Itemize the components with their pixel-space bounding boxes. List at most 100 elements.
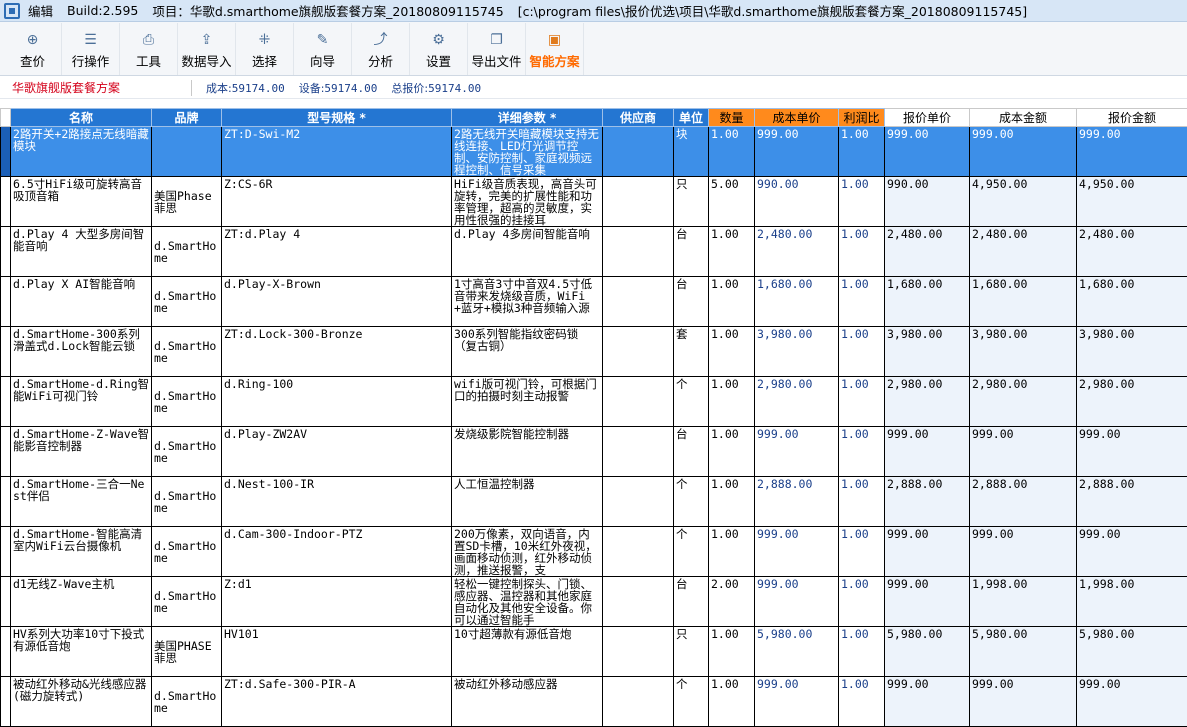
cell-unit[interactable]: 台 <box>673 426 709 477</box>
cell-name[interactable]: 被动红外移动&光线感应器(磁力旋转式) <box>10 676 152 727</box>
cell-detail[interactable]: 300系列智能指纹密码锁（复古铜） <box>451 326 603 377</box>
row-selector[interactable] <box>0 276 11 327</box>
cell-model[interactable]: ZT:D-Swi-M2 <box>221 126 452 177</box>
cell-supplier[interactable] <box>602 576 674 627</box>
smart-plan-button[interactable]: ▣ 智能方案 <box>526 23 584 75</box>
cell-detail[interactable]: 被动红外移动感应器 <box>451 676 603 727</box>
cell-quote-price[interactable]: 5,980.00 <box>884 626 970 677</box>
row-selector[interactable] <box>0 576 11 627</box>
cell-detail[interactable]: 2路无线开关暗藏模块支持无线连接、LED灯光调节控制、安防控制、家庭视频远程控制… <box>451 126 603 177</box>
row-selector[interactable] <box>0 376 11 427</box>
cell-cost-amount[interactable]: 2,980.00 <box>969 376 1077 427</box>
cell-name[interactable]: d.SmartHome-Z-Wave智能影音控制器 <box>10 426 152 477</box>
cell-quote-amount[interactable]: 2,980.00 <box>1076 376 1187 427</box>
cell-profit-ratio[interactable]: 1.00 <box>838 326 885 377</box>
table-row[interactable]: d.SmartHome-300系列滑盖式d.Lock智能云锁 d.SmartHom… <box>0 326 1187 377</box>
cell-quote-price[interactable]: 990.00 <box>884 176 970 227</box>
table-row[interactable]: d.Play X AI智能音响 d.SmartHome d.Play-X-Brown… <box>0 276 1187 327</box>
cell-qty[interactable]: 1.00 <box>708 376 755 427</box>
column-header-qty[interactable]: 数量 <box>708 108 755 127</box>
cell-model[interactable]: ZT:d.Safe-300-PIR-A <box>221 676 452 727</box>
cell-model[interactable]: ZT:d.Lock-300-Bronze <box>221 326 452 377</box>
wizard-button[interactable]: ✎ 向导 <box>294 23 352 75</box>
cell-unit[interactable]: 块 <box>673 126 709 177</box>
cell-cost-amount[interactable]: 5,980.00 <box>969 626 1077 677</box>
cell-model[interactable]: ZT:d.Play 4 <box>221 226 452 277</box>
cell-quote-amount[interactable]: 1,680.00 <box>1076 276 1187 327</box>
cell-model[interactable]: HV101 <box>221 626 452 677</box>
cell-quote-price[interactable]: 2,888.00 <box>884 476 970 527</box>
cell-model[interactable]: d.Play-ZW2AV <box>221 426 452 477</box>
cell-cost-amount[interactable]: 4,950.00 <box>969 176 1077 227</box>
cell-qty[interactable]: 1.00 <box>708 226 755 277</box>
column-header-quote-price[interactable]: 报价单价 <box>884 108 970 127</box>
cell-quote-amount[interactable]: 4,950.00 <box>1076 176 1187 227</box>
cell-detail[interactable]: 10寸超薄款有源低音炮 <box>451 626 603 677</box>
cell-cost-amount[interactable]: 2,888.00 <box>969 476 1077 527</box>
cell-quote-amount[interactable]: 999.00 <box>1076 676 1187 727</box>
cell-cost-price[interactable]: 2,480.00 <box>754 226 839 277</box>
cell-name[interactable]: 2路开关+2路接点无线暗藏模块 <box>10 126 152 177</box>
cell-name[interactable]: d.SmartHome-d.Ring智能WiFi可视门铃 <box>10 376 152 427</box>
cell-cost-amount[interactable]: 2,480.00 <box>969 226 1077 277</box>
row-ops-button[interactable]: ☰ 行操作 <box>62 23 120 75</box>
column-header-name[interactable]: 名称 <box>10 108 152 127</box>
column-header-model[interactable]: 型号规格 * <box>221 108 452 127</box>
column-header-supplier[interactable]: 供应商 <box>602 108 674 127</box>
data-import-button[interactable]: ⇪ 数据导入 <box>178 23 236 75</box>
cell-detail[interactable]: 1寸高音3寸中音双4.5寸低音带来发烧级音质，WiFi+蓝牙+模拟3种音频输入源 <box>451 276 603 327</box>
cell-supplier[interactable] <box>602 426 674 477</box>
cell-brand[interactable]: d.SmartHome <box>151 276 222 327</box>
table-row[interactable]: d.SmartHome-三合一Nest伴侣 d.SmartHome d.Nest-1… <box>0 476 1187 527</box>
cell-supplier[interactable] <box>602 526 674 577</box>
table-row[interactable]: HV系列大功率10寸下投式有源低音炮 美国PHASE菲思 HV101 10寸超薄款有源… <box>0 626 1187 677</box>
cell-detail[interactable]: HiFi级音质表现，高音头可旋转，完美的扩展性能和功率管理，超高的灵敏度，实用性… <box>451 176 603 227</box>
cell-profit-ratio[interactable]: 1.00 <box>838 126 885 177</box>
cell-cost-amount[interactable]: 999.00 <box>969 676 1077 727</box>
cell-profit-ratio[interactable]: 1.00 <box>838 476 885 527</box>
cell-brand[interactable]: d.SmartHome <box>151 476 222 527</box>
cell-name[interactable]: 6.5寸HiFi级可旋转高音吸顶音箱 <box>10 176 152 227</box>
cell-model[interactable]: d.Play-X-Brown <box>221 276 452 327</box>
cell-quote-price[interactable]: 999.00 <box>884 126 970 177</box>
cell-qty[interactable]: 1.00 <box>708 626 755 677</box>
settings-button[interactable]: ⚙ 设置 <box>410 23 468 75</box>
cell-qty[interactable]: 1.00 <box>708 476 755 527</box>
menu-edit[interactable]: 编辑 <box>28 1 53 20</box>
cell-cost-price[interactable]: 5,980.00 <box>754 626 839 677</box>
cell-quote-amount[interactable]: 2,480.00 <box>1076 226 1187 277</box>
cell-qty[interactable]: 1.00 <box>708 276 755 327</box>
cell-detail[interactable]: d.Play 4多房间智能音响 <box>451 226 603 277</box>
row-selector[interactable] <box>0 476 11 527</box>
cell-cost-price[interactable]: 3,980.00 <box>754 326 839 377</box>
cell-profit-ratio[interactable]: 1.00 <box>838 376 885 427</box>
cell-brand[interactable] <box>151 126 222 177</box>
cell-detail[interactable]: 人工恒温控制器 <box>451 476 603 527</box>
cell-cost-price[interactable]: 999.00 <box>754 676 839 727</box>
cell-profit-ratio[interactable]: 1.00 <box>838 576 885 627</box>
cell-profit-ratio[interactable]: 1.00 <box>838 526 885 577</box>
cell-cost-amount[interactable]: 999.00 <box>969 126 1077 177</box>
row-selector[interactable] <box>0 226 11 277</box>
cell-detail[interactable]: wifi版可视门铃，可根据门口的拍摄时刻主动报警 <box>451 376 603 427</box>
table-row[interactable]: 2路开关+2路接点无线暗藏模块 ZT:D-Swi-M2 2路无线开关暗藏模块支持无线… <box>0 126 1187 177</box>
export-file-button[interactable]: ❐ 导出文件 <box>468 23 526 75</box>
cell-qty[interactable]: 1.00 <box>708 526 755 577</box>
cell-quote-price[interactable]: 2,980.00 <box>884 376 970 427</box>
cell-unit[interactable]: 套 <box>673 326 709 377</box>
cell-unit[interactable]: 只 <box>673 626 709 677</box>
cell-brand[interactable]: d.SmartHome <box>151 426 222 477</box>
table-row[interactable]: d.Play 4 大型多房间智能音响 d.SmartHome ZT:d.Play 4… <box>0 226 1187 277</box>
cell-unit[interactable]: 个 <box>673 526 709 577</box>
table-row[interactable]: d1无线Z-Wave主机 d.SmartHome Z:d1 轻松一键控制探头、门锁、感… <box>0 576 1187 627</box>
cell-quote-amount[interactable]: 999.00 <box>1076 126 1187 177</box>
cell-cost-price[interactable]: 999.00 <box>754 426 839 477</box>
cell-cost-price[interactable]: 990.00 <box>754 176 839 227</box>
select-button[interactable]: ⁜ 选择 <box>236 23 294 75</box>
cell-quote-amount[interactable]: 999.00 <box>1076 526 1187 577</box>
cell-cost-price[interactable]: 1,680.00 <box>754 276 839 327</box>
cell-profit-ratio[interactable]: 1.00 <box>838 226 885 277</box>
cell-quote-price[interactable]: 999.00 <box>884 426 970 477</box>
cell-model[interactable]: d.Nest-100-IR <box>221 476 452 527</box>
cell-name[interactable]: HV系列大功率10寸下投式有源低音炮 <box>10 626 152 677</box>
